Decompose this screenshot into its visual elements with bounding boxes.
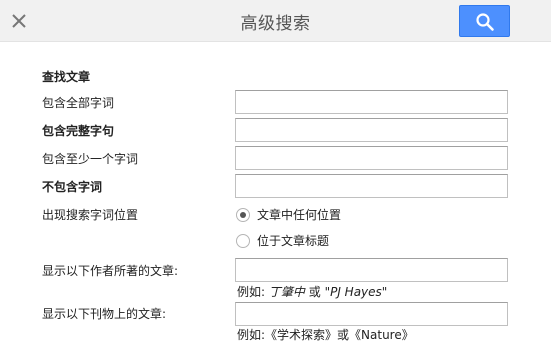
occurrence-anywhere-label[interactable]: 文章中任何位置 [257,206,341,223]
author-hint-example-2: "PJ Hayes" [324,285,388,299]
occurrence-title-radio[interactable] [236,234,250,248]
author-hint-example-1: 丁肇中 [268,285,305,299]
publication-label: 显示以下刊物上的文章: [42,307,167,321]
header-bar: 高级搜索 [0,0,551,42]
at-least-one-label: 包含至少一个字词 [42,152,139,166]
author-hint: 例如: 丁肇中 或 "PJ Hayes" [237,283,387,300]
occurrence-label: 出现搜索字词位置 [42,208,139,222]
all-words-input[interactable] [235,90,508,114]
at-least-one-input[interactable] [235,146,508,170]
author-label: 显示以下作者所著的文章: [42,264,179,278]
without-words-input[interactable] [235,174,508,198]
exact-phrase-input[interactable] [235,118,508,142]
occurrence-title-label[interactable]: 位于文章标题 [257,232,329,249]
author-hint-prefix: 例如: [237,285,266,299]
publication-input[interactable] [235,302,508,326]
exact-phrase-label: 包含完整字句 [42,124,115,138]
section-title: 查找文章 [42,70,91,84]
author-hint-or: 或 [308,285,321,299]
author-input[interactable] [235,258,508,282]
search-button[interactable] [459,5,510,37]
all-words-label: 包含全部字词 [42,96,115,110]
occurrence-anywhere-radio[interactable] [236,208,250,222]
without-words-label: 不包含字词 [42,180,103,194]
search-icon [476,13,494,31]
